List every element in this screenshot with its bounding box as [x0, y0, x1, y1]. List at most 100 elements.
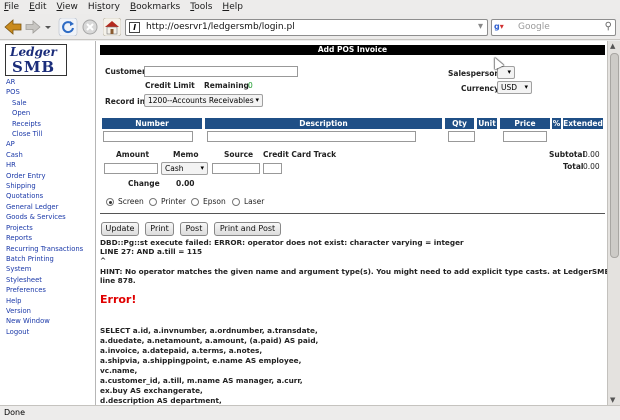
sidebar-item-ar[interactable]: AR [6, 77, 83, 87]
search-engine-icon[interactable]: g▾ [494, 22, 514, 33]
home-icon[interactable] [103, 18, 121, 36]
update-button[interactable]: Update [101, 222, 139, 236]
record-in-label: Record in [105, 97, 146, 106]
sidebar-item-cash[interactable]: Cash [6, 150, 83, 160]
scroll-down-icon[interactable]: ▼ [610, 396, 615, 404]
sidebar-item-order-entry[interactable]: Order Entry [6, 171, 83, 181]
payment-amount-input[interactable] [104, 163, 158, 174]
url-dropdown-icon[interactable]: ▾ [478, 21, 483, 32]
sidebar-item-version[interactable]: Version [6, 306, 83, 316]
credit-card-track-label: Credit Card Track [263, 150, 337, 159]
print-and-post-button[interactable]: Print and Post [214, 222, 281, 236]
remaining-value: 0 [248, 81, 253, 90]
customer-input[interactable] [144, 66, 298, 77]
post-button[interactable]: Post [180, 222, 208, 236]
currency-select[interactable]: USD ▾ [497, 81, 532, 94]
invoice-line-header: Number Description Qty Unit Price % Exte… [100, 118, 603, 129]
sidebar-item-batch-printing[interactable]: Batch Printing [6, 254, 83, 264]
sql-line: a.duedate, a.netamount, a.amount, (a.pai… [100, 336, 319, 345]
line-description-input[interactable] [207, 131, 416, 142]
menu-file[interactable]: File [4, 2, 19, 12]
stop-icon[interactable] [81, 18, 99, 36]
sidebar-item-shipping[interactable]: Shipping [6, 181, 83, 191]
sidebar-item-reports[interactable]: Reports [6, 233, 83, 243]
divider [100, 213, 605, 214]
sidebar-item-close-till[interactable]: Close Till [6, 129, 83, 139]
line-qty-input[interactable] [448, 131, 475, 142]
line-price-input[interactable] [503, 131, 547, 142]
page-title: Add POS Invoice [100, 45, 605, 55]
sidebar-item-goods-services[interactable]: Goods & Services [6, 212, 83, 222]
search-icon[interactable]: ⚲ [605, 21, 612, 32]
menu-help[interactable]: Help [222, 2, 243, 12]
menu-bookmarks[interactable]: Bookmarks [130, 2, 180, 12]
sidebar-item-stylesheet[interactable]: Stylesheet [6, 275, 83, 285]
error-message-line: LINE 27: AND a.till = 115 [100, 247, 203, 256]
total-value: 0.00 [583, 162, 600, 171]
sql-line: d.description AS department, [100, 396, 222, 405]
credit-card-track-input[interactable] [263, 163, 282, 174]
total-label: Total [563, 162, 584, 171]
change-value: 0.00 [176, 179, 195, 188]
radio-printer[interactable] [149, 198, 157, 206]
sidebar-item-recurring-transactions[interactable]: Recurring Transactions [6, 244, 83, 254]
back-icon[interactable] [3, 18, 23, 36]
error-message-line: DBD::Pg::st execute failed: ERROR: opera… [100, 238, 464, 247]
error-title: Error! [100, 293, 137, 306]
sidebar-item-receipts[interactable]: Receipts [6, 119, 83, 129]
sidebar-item-preferences[interactable]: Preferences [6, 285, 83, 295]
sidebar-item-hr[interactable]: HR [6, 160, 83, 170]
sidebar-item-logout[interactable]: Logout [6, 327, 83, 337]
url-text: http://oesrvr1/ledgersmb/login.pl [146, 22, 295, 32]
radio-screen[interactable] [106, 198, 114, 206]
error-message-line: HINT: No operator matches the given name… [100, 267, 607, 276]
sidebar-item-system[interactable]: System [6, 264, 83, 274]
sql-line: a.customer_id, a.till, m.name AS manager… [100, 376, 303, 385]
salesperson-select[interactable]: ▾ [497, 66, 515, 79]
column-price: Price [500, 118, 550, 129]
navigation-toolbar: l http://oesrvr1/ledgersmb/login.pl ▾ g▾… [0, 14, 620, 40]
url-bar[interactable]: l http://oesrvr1/ledgersmb/login.pl ▾ [125, 19, 488, 36]
sidebar-item-quotations[interactable]: Quotations [6, 191, 83, 201]
memo-label: Memo [173, 150, 199, 159]
menu-tools[interactable]: Tools [190, 2, 212, 12]
radio-laser[interactable] [232, 198, 240, 206]
sidebar-item-help[interactable]: Help [6, 296, 83, 306]
sql-line: a.shipvia, a.shippingpoint, e.name AS em… [100, 356, 302, 365]
sidebar-item-new-window[interactable]: New Window [6, 316, 83, 326]
currency-label: Currency [461, 84, 500, 93]
search-input[interactable]: Google [518, 22, 550, 32]
search-bar[interactable]: g▾ Google ⚲ [491, 19, 616, 36]
source-label: Source [224, 150, 254, 159]
menu-history[interactable]: History [88, 2, 120, 12]
error-message-line: line 878. [100, 276, 136, 285]
scrollbar-thumb[interactable] [610, 53, 619, 258]
vertical-scrollbar[interactable]: ▲ ▼ [607, 41, 620, 405]
sidebar-item-open[interactable]: Open [6, 108, 83, 118]
change-label: Change [128, 179, 160, 188]
source-input[interactable] [212, 163, 260, 174]
history-dropdown-icon[interactable] [44, 18, 52, 36]
print-button[interactable]: Print [145, 222, 174, 236]
scroll-up-icon[interactable]: ▲ [610, 42, 615, 50]
sidebar-item-projects[interactable]: Projects [6, 223, 83, 233]
radio-epson[interactable] [191, 198, 199, 206]
sidebar-menu: AR POS Sale Open Receipts Close Till AP … [6, 77, 83, 337]
main-panel: Add POS Invoice Customer Credit Limit Re… [97, 41, 607, 405]
sidebar-item-pos[interactable]: POS [6, 87, 83, 97]
reload-icon[interactable] [58, 18, 78, 36]
sidebar-item-sale[interactable]: Sale [6, 98, 83, 108]
menu-view[interactable]: View [57, 2, 78, 12]
sql-line: vc.name, [100, 366, 138, 375]
radio-epson-label: Epson [203, 197, 226, 206]
forward-icon[interactable] [24, 18, 42, 36]
memo-select[interactable]: Cash ▾ [161, 162, 208, 175]
menu-edit[interactable]: Edit [29, 2, 46, 12]
line-number-input[interactable] [103, 131, 193, 142]
site-favicon-icon: l [129, 22, 140, 33]
sidebar-item-general-ledger[interactable]: General Ledger [6, 202, 83, 212]
column-discount: % [552, 118, 561, 129]
record-in-select[interactable]: 1200--Accounts Receivables ▾ [144, 94, 263, 107]
sidebar-item-ap[interactable]: AP [6, 139, 83, 149]
sql-line: ex.buy AS exchangerate, [100, 386, 203, 395]
